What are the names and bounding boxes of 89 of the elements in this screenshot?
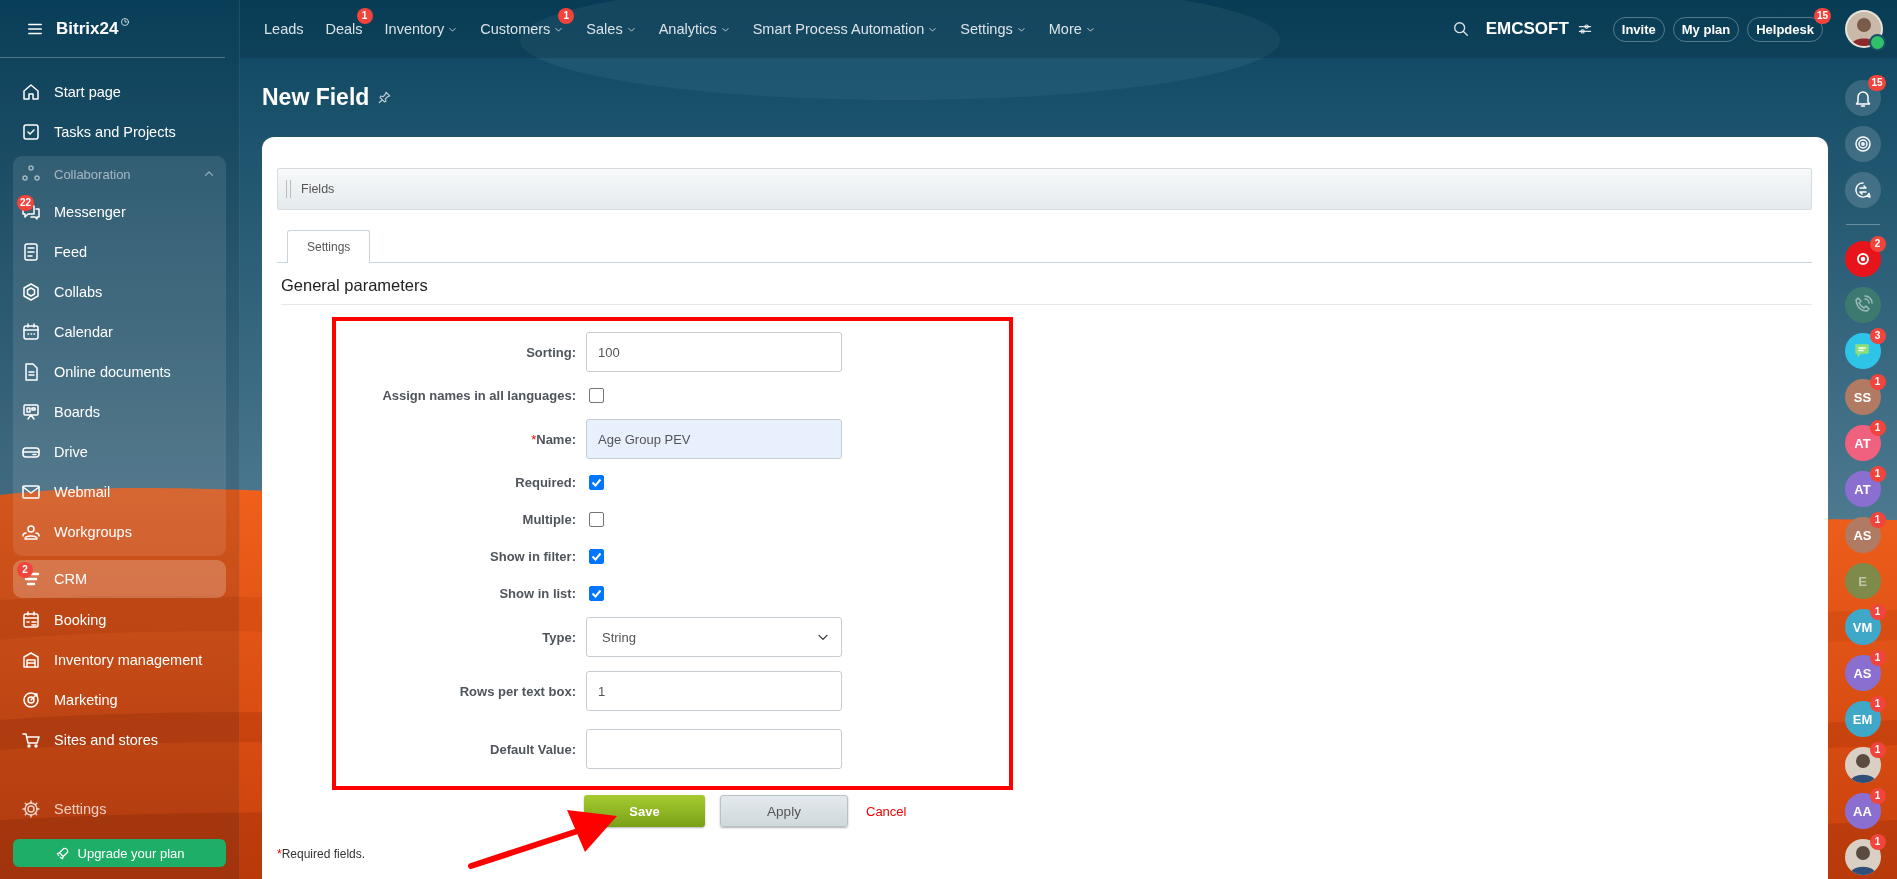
avatar-initials: SS <box>1853 389 1872 405</box>
clock-icon <box>120 16 131 27</box>
checkbox-icon <box>21 122 41 142</box>
notifications-button[interactable] <box>1844 80 1881 116</box>
sidebar-group-header[interactable]: Collaboration <box>13 156 226 192</box>
checkbox[interactable] <box>589 475 604 490</box>
home-icon <box>21 82 41 102</box>
nav-link[interactable]: Smart Process Automation <box>752 21 939 37</box>
nav-link[interactable]: Leads <box>264 21 304 37</box>
cancel-link[interactable]: Cancel <box>866 803 907 819</box>
search-icon <box>1451 20 1470 38</box>
sidebar-item[interactable]: 22 Messenger <box>13 192 226 232</box>
sidebar-item[interactable]: Marketing <box>13 680 226 720</box>
board-icon <box>21 402 41 422</box>
checkbox[interactable] <box>589 512 604 527</box>
avatar-initials: AS <box>1853 527 1872 543</box>
nav-link[interactable]: Customers <box>480 21 565 37</box>
sliders-icon <box>1576 21 1593 37</box>
avatar-initials: VM <box>1852 619 1873 635</box>
company-name: EMCSOFT <box>1485 19 1569 39</box>
field-label: Show in filter: <box>489 549 576 564</box>
chat-button[interactable] <box>1844 172 1881 208</box>
field-label: Type: <box>541 629 576 645</box>
sidebar-item[interactable]: Settings <box>13 789 226 829</box>
sidebar-item[interactable]: Start page <box>13 72 226 112</box>
sidebar-item[interactable]: Calendar <box>13 312 226 352</box>
field-label: *Name: <box>530 431 576 447</box>
nav-link[interactable]: Settings <box>960 21 1027 37</box>
sidebar-item[interactable]: Sites and stores <box>13 720 226 760</box>
feed-icon <box>21 242 41 262</box>
tab[interactable]: Settings <box>287 230 371 263</box>
pin-icon <box>377 90 393 105</box>
sidebar-item[interactable]: Inventory management <box>13 640 226 680</box>
sidebar-item[interactable]: Drive <box>13 432 226 472</box>
checkbox[interactable] <box>589 388 604 403</box>
apply-button[interactable]: Apply <box>720 795 848 827</box>
app-logo: Bitrix24 <box>56 18 119 39</box>
sidebar-item[interactable]: Feed <box>13 232 226 272</box>
section-title: General parameters <box>281 263 1812 305</box>
field-label: Multiple: <box>521 512 576 527</box>
dropdown[interactable]: String <box>586 617 842 657</box>
phone-icon <box>1852 295 1873 315</box>
page-title: New Field <box>262 84 370 111</box>
sidebar-item[interactable]: Booking <box>13 600 226 640</box>
avatar-initials: AA <box>1853 803 1872 819</box>
hexagon-icon <box>21 282 41 302</box>
field-label: Required: <box>514 475 576 490</box>
sidebar-item[interactable]: Workgroups <box>13 512 226 552</box>
field-label: Default Value: <box>489 741 576 757</box>
sidebar-item[interactable]: Online documents <box>13 352 226 392</box>
sidebar-item[interactable]: Tasks and Projects <box>13 112 226 152</box>
checkbox[interactable] <box>589 549 604 564</box>
field-label: Sorting: <box>525 344 576 360</box>
field-label: Show in list: <box>498 586 576 601</box>
nav-link[interactable]: Deals <box>325 21 363 37</box>
dots-icon <box>21 164 41 184</box>
sidebar-item[interactable]: Boards <box>13 392 226 432</box>
field-label: Assign names in all languages: <box>381 388 576 403</box>
cart-icon <box>21 730 41 750</box>
nav-link[interactable]: Sales <box>586 21 637 37</box>
footnote: *Required fields. <box>277 847 367 861</box>
text-field[interactable]: Age Group PEV <box>586 419 842 459</box>
sidebar-item[interactable]: 2 CRM <box>13 560 226 598</box>
avatar-initials: AT <box>1854 481 1871 497</box>
nav-link[interactable]: Analytics <box>658 21 731 37</box>
field-label: Rows per text box: <box>458 683 576 699</box>
breadcrumb: Fields <box>301 182 335 196</box>
avatar-initials: E <box>1858 573 1867 589</box>
settings-icon <box>21 799 41 819</box>
target-icon <box>21 690 41 710</box>
warehouse-icon <box>21 650 41 670</box>
sidebar-item[interactable]: Webmail <box>13 472 226 512</box>
calendar-icon <box>21 610 41 630</box>
copilot-button[interactable] <box>1844 126 1881 162</box>
nav-link[interactable]: More <box>1048 21 1096 37</box>
checkbox[interactable] <box>589 586 604 601</box>
avatar-initials: EM <box>1852 711 1873 727</box>
envelope-icon <box>21 482 41 502</box>
calendar-icon <box>21 322 41 342</box>
rocket-icon <box>54 845 70 861</box>
avatar-initials: AT <box>1854 435 1871 451</box>
people-icon <box>21 522 41 542</box>
text-field[interactable]: 1 <box>586 671 842 711</box>
nav-link[interactable]: Inventory <box>384 21 459 37</box>
text-field[interactable] <box>586 729 842 769</box>
sidebar-item[interactable]: Collabs <box>13 272 226 312</box>
text-field[interactable]: 100 <box>586 332 842 372</box>
chat-arrows-icon <box>1852 180 1873 200</box>
avatar-initials: AS <box>1853 665 1872 681</box>
